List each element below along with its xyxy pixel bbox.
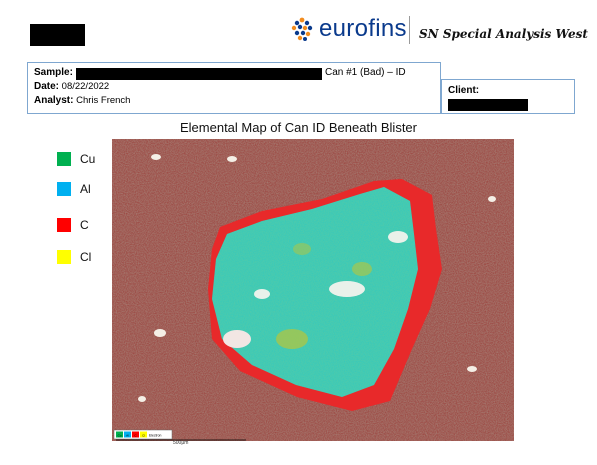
analyst-row: Analyst: Chris French — [34, 95, 130, 106]
sample-label: Sample: — [34, 67, 73, 78]
legend-swatch-cu — [57, 152, 71, 166]
surface-flake — [223, 330, 251, 348]
inset-label-cl: Cl — [142, 434, 145, 438]
legend-item-al: Al — [57, 181, 91, 197]
surface-flake — [138, 396, 146, 402]
division-name: SN Special Analysis West — [419, 27, 588, 41]
elemental-map-image: Cu Al C Cl Electron — [112, 139, 514, 441]
legend-label-al: Al — [80, 182, 91, 196]
surface-flake — [254, 289, 270, 299]
client-box: Client: — [441, 79, 575, 114]
legend-swatch-cl — [57, 250, 71, 264]
sample-row: Sample: — [34, 67, 73, 78]
cl-spot — [276, 329, 308, 349]
surface-flake — [154, 329, 166, 337]
eurofins-logo-mark-icon — [291, 17, 313, 41]
analyst-label: Analyst: — [34, 95, 74, 106]
redacted-client-name — [448, 99, 528, 111]
inset-label-electron: Electron — [149, 434, 162, 438]
sample-suffix: Can #1 (Bad) – ID — [325, 67, 406, 78]
redacted-header-block — [30, 24, 85, 46]
analyst-value: Chris French — [76, 95, 131, 106]
date-row: Date: 08/22/2022 — [34, 81, 109, 92]
map-title: Elemental Map of Can ID Beneath Blister — [179, 120, 417, 135]
date-label: Date: — [34, 81, 60, 92]
inset-label-cu: Cu — [118, 434, 122, 438]
legend-swatch-al — [57, 182, 71, 196]
surface-flake — [227, 156, 237, 162]
inset-label-al: Al — [126, 434, 129, 438]
legend-item-c: C — [57, 217, 89, 233]
date-value: 08/22/2022 — [61, 81, 110, 92]
scale-bar-label: 500μm — [173, 440, 189, 446]
cl-spot — [352, 262, 372, 276]
surface-flake — [467, 366, 477, 372]
eurofins-logo-text: eurofins — [319, 15, 407, 42]
surface-flake — [151, 154, 161, 160]
surface-flake — [488, 196, 496, 202]
redacted-sample-name — [76, 68, 322, 80]
legend-swatch-c — [57, 218, 71, 232]
surface-flake — [329, 281, 365, 297]
legend-label-cu: Cu — [80, 152, 96, 166]
cl-spot — [293, 243, 311, 255]
header-divider — [409, 16, 410, 44]
legend-item-cu: Cu — [57, 151, 95, 167]
sample-info-box: Sample: Can #1 (Bad) – ID Date: 08/22/20… — [27, 62, 441, 114]
client-label: Client: — [448, 85, 480, 96]
legend-label-c: C — [80, 218, 89, 232]
surface-flake — [388, 231, 408, 243]
legend-label-cl: Cl — [80, 250, 92, 264]
eurofins-logo: eurofins — [289, 15, 407, 43]
legend-item-cl: Cl — [57, 249, 91, 265]
